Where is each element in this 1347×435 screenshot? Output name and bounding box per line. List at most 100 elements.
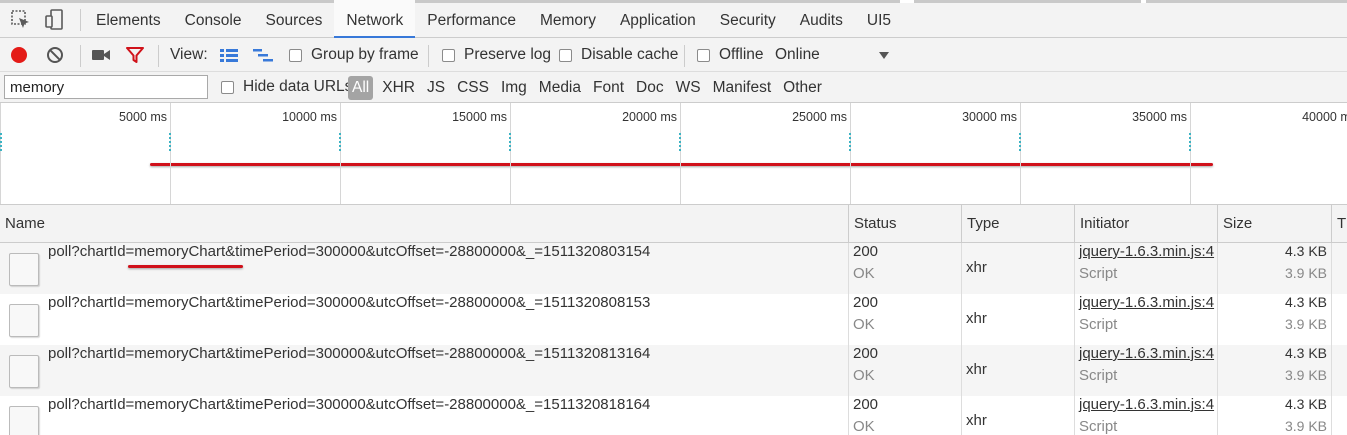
filter-type-xhr[interactable]: XHR <box>376 76 421 100</box>
tab-console[interactable]: Console <box>173 0 254 38</box>
grid-line <box>1190 103 1191 204</box>
offline-checkbox[interactable]: Offline <box>697 38 764 72</box>
transfer-size: 4.3 KB <box>1284 294 1327 310</box>
checkbox[interactable] <box>289 48 302 62</box>
checkbox[interactable] <box>697 48 710 62</box>
request-name[interactable]: poll?chartId=memoryChart&timePeriod=3000… <box>48 294 650 311</box>
column-header-size[interactable]: Size <box>1217 205 1331 243</box>
grid-line <box>340 103 341 204</box>
column-header-initiator[interactable]: Initiator <box>1074 205 1217 243</box>
group-by-frame-checkbox[interactable]: Group by frame <box>289 38 419 72</box>
content-size: 3.9 KB <box>1284 265 1327 281</box>
column-header-t[interactable]: T <box>1331 205 1347 243</box>
initiator-link[interactable]: jquery-1.6.3.min.js:4 <box>1079 294 1214 311</box>
status-code: 200 <box>853 243 879 260</box>
filter-bar: Hide data URLs AllXHRJSCSSImgMediaFontDo… <box>0 72 1347 103</box>
filter-type-ws[interactable]: WS <box>670 76 707 100</box>
filter-type-js[interactable]: JS <box>421 76 451 100</box>
initiator-link[interactable]: jquery-1.6.3.min.js:4 <box>1079 345 1214 362</box>
filter-input[interactable] <box>4 75 208 99</box>
tab-performance[interactable]: Performance <box>415 0 528 38</box>
document-icon <box>9 355 39 388</box>
transfer-size: 4.3 KB <box>1284 345 1327 361</box>
filter-type-css[interactable]: CSS <box>451 76 495 100</box>
tab-audits[interactable]: Audits <box>788 0 855 38</box>
checkbox[interactable] <box>221 80 234 94</box>
initiator-type: Script <box>1079 265 1118 282</box>
table-row[interactable]: poll?chartId=memoryChart&timePeriod=3000… <box>0 396 1347 435</box>
filter-type-manifest[interactable]: Manifest <box>707 76 778 100</box>
transfer-size: 4.3 KB <box>1284 396 1327 412</box>
content-size: 3.9 KB <box>1284 316 1327 332</box>
request-marker <box>1189 133 1191 153</box>
throttling-select[interactable]: Online <box>775 38 890 72</box>
request-name[interactable]: poll?chartId=memoryChart&timePeriod=3000… <box>48 396 650 413</box>
devtools-tab-bar: Elements Console Sources Network Performance… <box>0 0 1347 38</box>
tick-label: 20000 ms <box>622 110 677 124</box>
request-name[interactable]: poll?chartId=memoryChart&timePeriod=3000… <box>48 345 650 362</box>
document-icon <box>9 304 39 337</box>
request-marker <box>169 133 171 153</box>
status-code: 200 <box>853 396 879 413</box>
initiator-link[interactable]: jquery-1.6.3.min.js:4 <box>1079 396 1214 413</box>
request-marker <box>1019 133 1021 153</box>
record-button[interactable] <box>10 38 28 72</box>
annotation-underline <box>150 163 1213 166</box>
view-label: View: <box>170 46 208 63</box>
preserve-log-checkbox[interactable]: Preserve log <box>442 38 551 72</box>
table-row[interactable]: poll?chartId=memoryChart&timePeriod=3000… <box>0 345 1347 396</box>
clear-button[interactable] <box>46 38 64 72</box>
request-marker <box>509 133 511 153</box>
timeline-overview: 5000 ms 10000 ms 15000 ms 20000 ms 25000 ms 3… <box>0 103 1347 205</box>
transfer-size: 4.3 KB <box>1284 243 1327 259</box>
table-row[interactable]: poll?chartId=memoryChart&timePeriod=3000… <box>0 243 1347 294</box>
table-row[interactable]: poll?chartId=memoryChart&timePeriod=3000… <box>0 294 1347 345</box>
filter-type-media[interactable]: Media <box>533 76 587 100</box>
tick-label: 35000 ms <box>1132 110 1187 124</box>
tab-ui5[interactable]: UI5 <box>855 0 903 38</box>
filter-type-doc[interactable]: Doc <box>630 76 670 100</box>
show-overview-button[interactable] <box>252 38 274 72</box>
tab-elements[interactable]: Elements <box>84 0 173 38</box>
request-type: xhr <box>966 412 987 429</box>
capture-screenshots-button[interactable] <box>91 38 111 72</box>
initiator-type: Script <box>1079 316 1118 333</box>
filter-type-all[interactable]: All <box>348 76 374 100</box>
request-marker <box>339 133 341 153</box>
filter-type-img[interactable]: Img <box>495 76 533 100</box>
filter-type-other[interactable]: Other <box>777 76 828 100</box>
list-view-icon <box>220 49 238 62</box>
tick-label: 40000 ms <box>1302 110 1347 124</box>
document-icon <box>9 406 39 435</box>
status-code: 200 <box>853 345 879 362</box>
tab-security[interactable]: Security <box>708 0 788 38</box>
checkbox[interactable] <box>559 48 572 62</box>
grid-line <box>0 103 1 204</box>
grid-line <box>1020 103 1021 204</box>
initiator-type: Script <box>1079 418 1118 435</box>
tick-label: 30000 ms <box>962 110 1017 124</box>
filter-toggle-button[interactable] <box>125 38 145 72</box>
request-marker <box>0 133 2 153</box>
checkbox[interactable] <box>442 48 455 62</box>
network-toolbar: View: Group by frame Preserve log Disabl… <box>0 38 1347 72</box>
tab-sources[interactable]: Sources <box>254 0 335 38</box>
tab-application[interactable]: Application <box>608 0 708 38</box>
initiator-type: Script <box>1079 367 1118 384</box>
tab-network[interactable]: Network <box>334 0 416 38</box>
initiator-link[interactable]: jquery-1.6.3.min.js:4 <box>1079 243 1214 260</box>
hide-data-urls-checkbox[interactable]: Hide data URLs <box>221 70 352 104</box>
column-header-status[interactable]: Status <box>848 205 961 243</box>
column-header-type[interactable]: Type <box>961 205 1074 243</box>
tab-memory[interactable]: Memory <box>528 0 608 38</box>
requests-table-header: Name Status Type Initiator Size T <box>0 205 1347 243</box>
device-toolbar-icon[interactable] <box>43 8 67 32</box>
large-rows-button[interactable] <box>219 38 239 72</box>
status-text: OK <box>853 418 875 435</box>
inspect-element-icon[interactable] <box>9 8 33 32</box>
status-text: OK <box>853 265 875 282</box>
request-name[interactable]: poll?chartId=memoryChart&timePeriod=3000… <box>48 243 650 260</box>
column-header-name[interactable]: Name <box>0 205 848 243</box>
filter-type-font[interactable]: Font <box>587 76 630 100</box>
disable-cache-checkbox[interactable]: Disable cache <box>559 38 678 72</box>
